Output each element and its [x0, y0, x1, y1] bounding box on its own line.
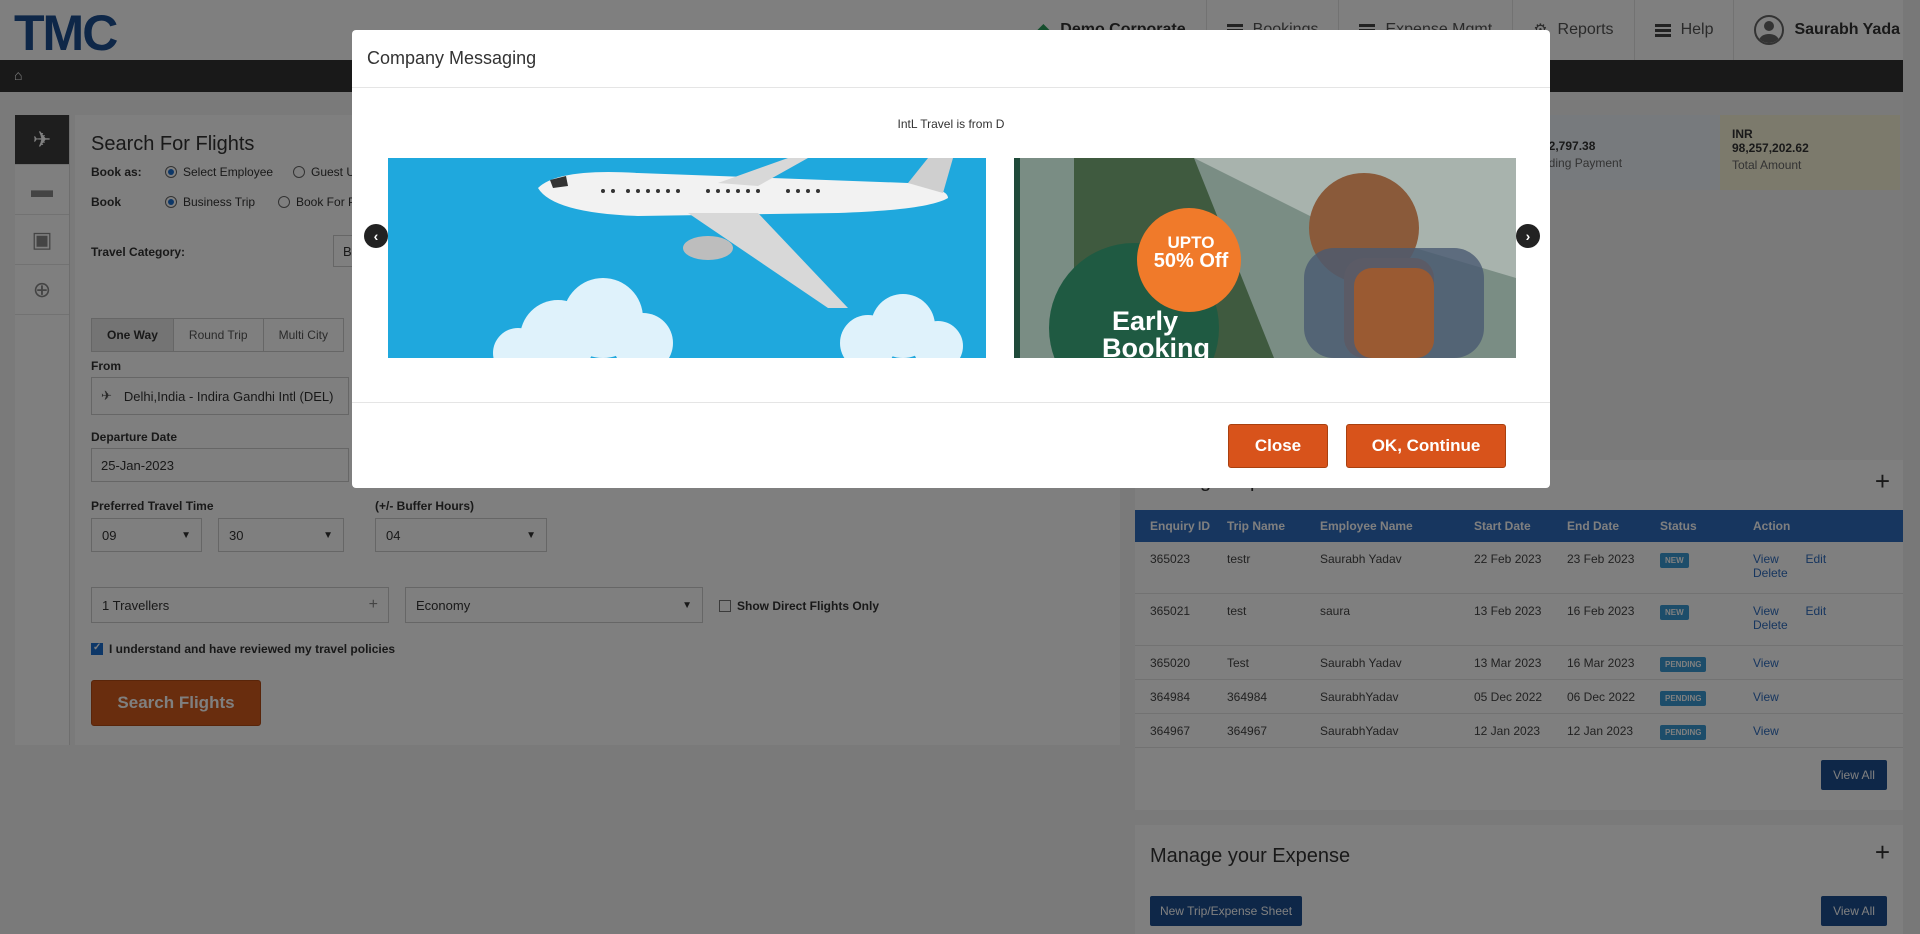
ok-continue-button[interactable]: OK, Continue — [1346, 424, 1506, 468]
promo-text: Early Booking — [1102, 306, 1210, 359]
promo-badge: UPTO 50% Off — [1153, 233, 1229, 272]
promo-slide-airplane[interactable] — [388, 158, 986, 358]
marquee-text: IntL Travel is from D — [897, 117, 1005, 131]
promo-slide-early-booking[interactable]: UPTO 50% Off Early Booking — [1014, 158, 1516, 358]
close-button[interactable]: Close — [1228, 424, 1328, 468]
modal-footer-divider — [352, 402, 1550, 403]
modal-title: Company Messaging — [352, 30, 1550, 88]
traveler-illustration — [1014, 158, 1516, 358]
carousel-prev-icon[interactable]: ‹ — [364, 224, 388, 248]
airplane-illustration — [388, 158, 986, 358]
carousel-next-icon[interactable]: › — [1516, 224, 1540, 248]
company-messaging-modal: Company Messaging IntL Travel is from D — [352, 30, 1550, 488]
